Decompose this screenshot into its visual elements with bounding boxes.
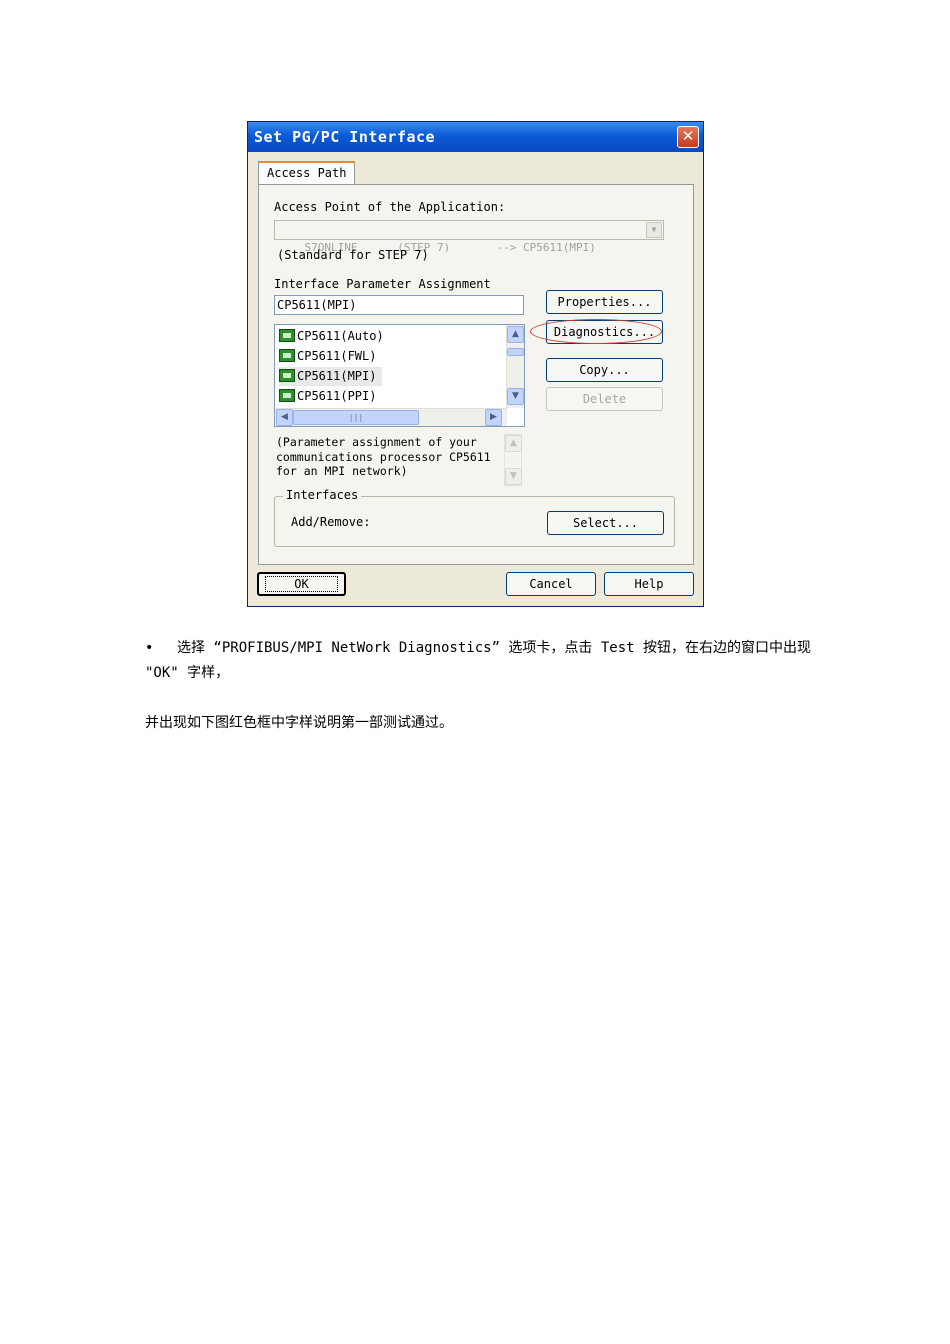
interfaces-groupbox: Interfaces Add/Remove: Select... [274, 488, 675, 547]
horizontal-scrollbar[interactable]: ◀ ||| ▶ [275, 408, 507, 426]
interface-description: (Parameter assignment of your communicat… [276, 435, 491, 478]
ok-label: OK [265, 576, 338, 592]
ok-button[interactable]: OK [257, 572, 346, 596]
description-scrollbar: ▲ ▼ [504, 434, 522, 486]
set-pg-pc-interface-dialog: Set PG/PC Interface ✕ Access Path Access… [247, 121, 704, 607]
result-paragraph: 并出现如下图红色框中字样说明第一部测试通过。 [145, 715, 453, 731]
chevron-down-icon[interactable]: ▼ [646, 222, 662, 238]
scroll-down-icon: ▼ [505, 468, 522, 485]
close-icon[interactable]: ✕ [677, 126, 699, 148]
list-item-label: CP5611(MPI) [297, 369, 377, 383]
cancel-button[interactable]: Cancel [506, 572, 596, 596]
horizontal-scroll-thumb[interactable]: ||| [293, 410, 419, 425]
scroll-up-icon[interactable]: ▲ [507, 326, 524, 343]
scroll-left-icon[interactable]: ◀ [276, 409, 293, 426]
vertical-scrollbar[interactable]: ▲ ▼ [506, 325, 524, 408]
network-card-icon [279, 369, 295, 382]
access-point-select[interactable]: S7ONLINE (STEP 7) --> CP5611(MPI) ▼ [274, 220, 664, 254]
list-item-label: CP5611(FWL) [297, 349, 377, 363]
properties-button[interactable]: Properties... [546, 290, 663, 314]
network-card-icon [279, 329, 295, 342]
scroll-up-icon: ▲ [505, 435, 522, 452]
select-button[interactable]: Select... [547, 511, 664, 535]
scroll-right-icon[interactable]: ▶ [485, 409, 502, 426]
diagnostics-highlight-circle [530, 319, 662, 344]
add-remove-label: Add/Remove: [291, 515, 371, 529]
help-button[interactable]: Help [604, 572, 694, 596]
list-item[interactable]: CP5611(Auto) [279, 327, 390, 346]
list-item-label: CP5611(Auto) [297, 329, 384, 343]
list-item[interactable]: CP5611(FWL) [279, 347, 382, 366]
interface-parameter-field[interactable]: CP5611(MPI) [274, 295, 524, 315]
scroll-down-icon[interactable]: ▼ [507, 388, 524, 405]
copy-button[interactable]: Copy... [546, 358, 663, 382]
interfaces-group-title: Interfaces [283, 488, 362, 502]
interface-parameter-label: Interface Parameter Assignment [274, 277, 491, 291]
access-point-note: (Standard for STEP 7) [277, 248, 429, 262]
list-item-label: CP5611(PPI) [297, 389, 377, 403]
access-point-label: Access Point of the Application: [274, 200, 506, 214]
dialog-title: Set PG/PC Interface [248, 122, 703, 152]
tab-access-path[interactable]: Access Path [258, 161, 355, 185]
scroll-thumb[interactable] [507, 348, 524, 356]
network-card-icon [279, 389, 295, 402]
list-item[interactable]: CP5611(PPI) [279, 387, 382, 406]
network-card-icon [279, 349, 295, 362]
list-item-selected[interactable]: CP5611(MPI) [279, 367, 383, 386]
delete-button: Delete [546, 387, 663, 411]
interface-list[interactable]: CP5611(Auto) CP5611(FWL) CP5611(MPI) CP5… [274, 324, 525, 427]
instruction-paragraph: 选择 “PROFIBUS/MPI NetWork Diagnostics” 选项… [145, 640, 812, 681]
